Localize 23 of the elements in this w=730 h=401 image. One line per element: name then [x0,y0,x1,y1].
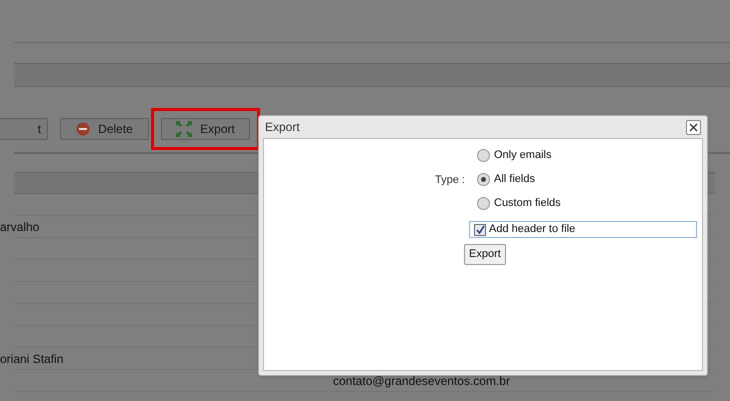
table-cell-text: contato@grandeseventos.com.br [333,372,510,390]
option-label: All fields [494,172,535,187]
dialog-title: Export [265,119,300,136]
checkmark-icon [476,225,484,234]
export-button[interactable]: Export [464,244,506,265]
table-cell-text: arvalho [0,218,40,236]
option-label: Custom fields [494,196,561,211]
close-button[interactable] [686,120,701,134]
minus-circle-icon [76,122,90,136]
radio-button[interactable] [477,148,490,162]
checkbox[interactable] [474,224,486,236]
option-label: Only emails [494,148,552,163]
header-checkbox-row[interactable]: Add header to file [469,221,697,238]
toolbar-button[interactable]: Delete [60,118,149,140]
expand-arrows-icon [176,121,192,137]
radio-button[interactable] [477,172,490,186]
checkbox-label: Add header to file [489,222,576,238]
table-cell-text: oriani Stafin [0,350,64,368]
type-label: Type : [435,173,465,188]
radio-button[interactable] [477,196,490,210]
close-icon [689,122,698,132]
toolbar-button[interactable]: Export [161,118,250,140]
toolbar-button[interactable]: t [0,118,48,140]
